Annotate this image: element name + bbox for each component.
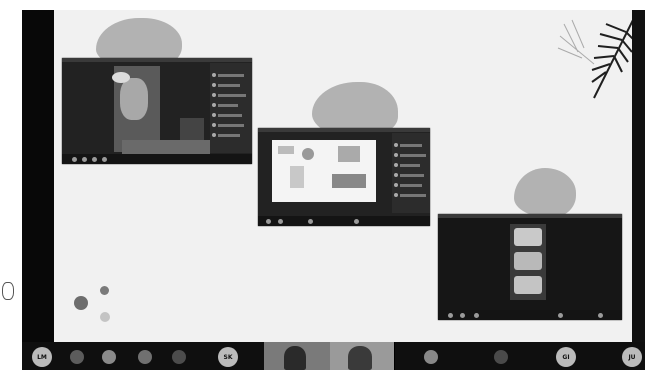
video-call-screenshot-1 <box>62 58 252 164</box>
participants-panel <box>392 133 430 213</box>
screenshot-control-bar <box>258 216 430 226</box>
left-black-border <box>22 10 54 342</box>
participant-avatar-sk[interactable]: SK <box>218 347 238 367</box>
screenshot-titlebar <box>62 58 252 62</box>
person-figure <box>120 78 148 120</box>
camera-thumbnails <box>122 140 210 154</box>
participant-photo-3[interactable] <box>138 350 152 364</box>
participant-avatar-gi[interactable]: GI <box>556 347 576 367</box>
video-call-screenshot-2 <box>258 128 430 226</box>
speech-bubble <box>112 72 130 83</box>
small-dark-dot <box>100 286 109 295</box>
presentation-slide <box>54 10 632 342</box>
shared-cards <box>510 224 546 300</box>
video-call-screenshot-3 <box>438 214 622 320</box>
participant-photo-1[interactable] <box>70 350 84 364</box>
participant-avatar-lm[interactable]: LM <box>32 347 52 367</box>
palm-leaf-icon <box>557 19 632 99</box>
screenshot-titlebar <box>258 128 430 132</box>
participant-avatar-ju[interactable]: JU <box>622 347 642 367</box>
dark-dot <box>74 296 88 310</box>
edge-handle <box>2 282 14 300</box>
shared-document <box>272 140 376 202</box>
participant-photo-4[interactable] <box>172 350 186 364</box>
screenshot-control-bar <box>62 154 252 164</box>
participants-panel <box>210 63 252 153</box>
participant-video-1[interactable] <box>264 342 331 370</box>
light-dot <box>100 312 110 322</box>
screenshot-titlebar <box>438 214 622 218</box>
dark-square <box>180 118 204 140</box>
participant-photo-6[interactable] <box>494 350 508 364</box>
participant-photo-5[interactable] <box>424 350 438 364</box>
right-black-border <box>632 10 645 342</box>
participant-video-2[interactable] <box>330 342 395 370</box>
participant-photo-2[interactable] <box>102 350 116 364</box>
screenshot-control-bar <box>438 310 622 320</box>
blob-shape-3 <box>514 168 576 218</box>
